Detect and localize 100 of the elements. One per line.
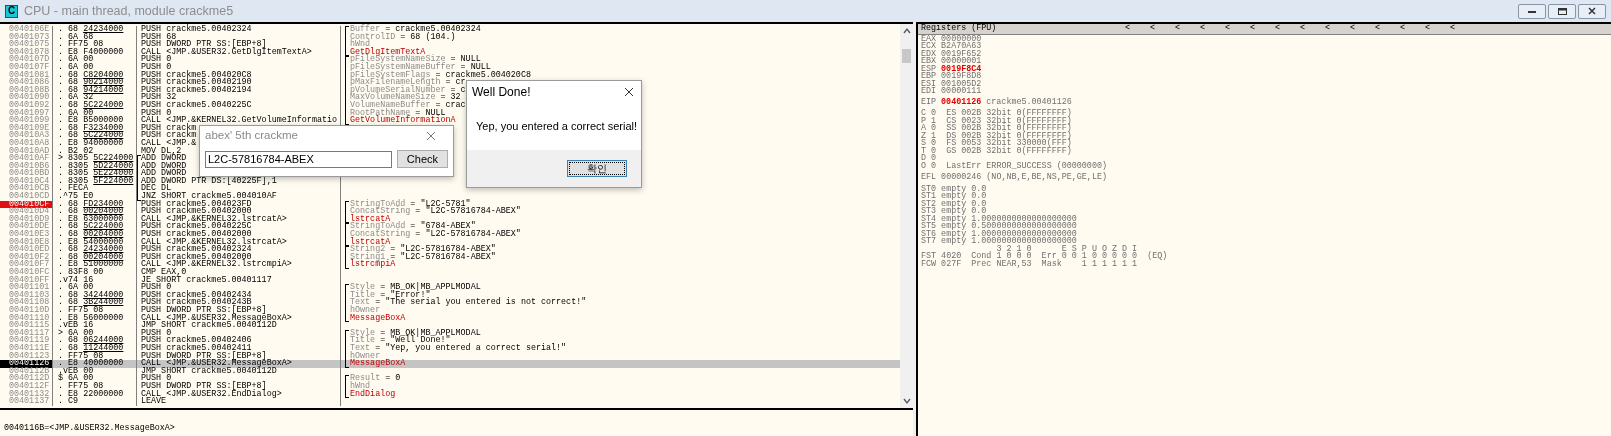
comment-text: hWnd (350, 41, 371, 49)
comment-text: GetDlgItemTextA (350, 48, 426, 57)
hex-cell: . 68 5C224000 (55, 132, 137, 140)
scroll-down-icon (902, 397, 911, 405)
comment-text: EndDialog (350, 390, 396, 399)
hex-cell: . 6A 00 (55, 56, 137, 64)
comment-text: pFileSystemNameSize = NULL (350, 56, 481, 64)
address-cell-text: 00401123 (8, 352, 51, 361)
serial-input[interactable]: L2C-57816784-ABEX (205, 150, 392, 168)
scroll-up-icon (902, 27, 911, 35)
address-cell-text: 004010AF (8, 155, 51, 163)
scroll-thumb[interactable] (902, 49, 911, 63)
instruction-cell: PUSH DWORD PTR SS:[EBP+8] (141, 306, 267, 315)
close-button[interactable] (1578, 3, 1606, 19)
comment-text: MessageBoxA (350, 314, 406, 323)
arrow-button[interactable]: < (1400, 25, 1425, 33)
arrow-button[interactable]: < (1425, 25, 1450, 33)
arrow-button[interactable]: < (1350, 25, 1375, 33)
comment-text: MaxVolumeNameSize = 32 (350, 94, 461, 102)
arrow-button[interactable]: < (1275, 25, 1300, 33)
row-highlight[interactable]: 00401126 . E8 40000000 CALL <JMP.&USER32.MessageBoxA> MessageBoxA (0, 360, 900, 368)
flags-line: EFL 00000246 (NO,NB,E,BE,NS,PE,GE,LE) (921, 174, 1107, 183)
comment-text: MessageBoxA (350, 360, 406, 368)
close-icon[interactable] (624, 87, 634, 97)
comment-text: VolumeNameBuffer = crac (350, 101, 466, 110)
instruction-cell: ADD DWORD (141, 155, 187, 163)
instruction-cell: CALL <JMP.&USER32.MessageBoxA> (141, 360, 292, 368)
instruction-cell: CMP EAX,0 (141, 269, 187, 277)
comment-text: ConcatString = "L2C-57816784-ABEX" (350, 208, 521, 216)
instruction-cell: PUSH 32 (141, 94, 177, 102)
address-cell-text: 00401086 (8, 79, 51, 87)
dialog-title: abex' 5th crackme (205, 128, 299, 144)
restore-icon (1557, 7, 1567, 15)
address-cell-text: 00401119 (8, 337, 51, 345)
address-cell-text: 00401137 (8, 398, 51, 406)
hex-cell: . 68 00204000 (55, 208, 137, 216)
instruction-cell: ADD DWORD (141, 170, 187, 178)
comment-text: GetVolumeInformationA (350, 117, 456, 125)
address-cell-text: 0040111E (8, 344, 51, 353)
hex-cell: > 8305 5C224000 (55, 155, 137, 163)
arrow-button[interactable]: < (1125, 25, 1150, 33)
app-icon: C (5, 4, 18, 18)
hex-cell: . FF75 08 (55, 382, 137, 391)
arrow-button[interactable]: < (1225, 25, 1250, 33)
address-cell-text: 00401115 (8, 322, 51, 330)
arrow-button[interactable]: < (1200, 25, 1225, 33)
ok-button[interactable]: 확인 (567, 160, 627, 177)
address-cell: 00401126 (0, 360, 52, 368)
check-button[interactable]: Check (396, 150, 448, 168)
register-name: ESI (921, 80, 937, 89)
minimize-icon (1528, 9, 1536, 13)
hex-cell: . 68 90214000 (55, 79, 137, 87)
instruction-cell: LEAVE (141, 398, 167, 406)
register-name: ESP (921, 65, 937, 74)
comment-text: hOwner (350, 306, 381, 315)
arrow-button[interactable]: < (1175, 25, 1200, 33)
address-cell-text: 0040106E (8, 26, 51, 34)
arrow-button[interactable]: < (1300, 25, 1325, 33)
comment-text: lstrcmpiA (350, 261, 396, 269)
arrow-button[interactable]: < (1325, 25, 1350, 33)
register-value: 0019F652 (941, 50, 982, 59)
arrow-button[interactable]: < (1150, 25, 1175, 33)
hex-cell: .^75 E0 (55, 193, 137, 201)
instruction-cell: PUSH 0 (141, 63, 172, 72)
hex-cell: . E8 B5000000 (55, 117, 137, 125)
arrow-button[interactable]: < (1375, 25, 1400, 33)
address-cell-text: 00401075 (8, 41, 51, 49)
instruction-cell: PUSH crackme5.0040243B (141, 299, 252, 307)
hex-cell: . 6A 00 (55, 284, 137, 292)
register-name: EIP (921, 98, 937, 107)
instruction-cell: PUSH DWORD PTR SS:[EBP+8] (141, 382, 267, 391)
hex-cell: . E8 40000000 (55, 360, 137, 368)
scrollbar[interactable] (900, 24, 913, 408)
dialog-title: Well Done! (472, 84, 532, 101)
address-cell-text: 00401108 (8, 299, 51, 307)
address-cell-text: 00401090 (8, 94, 51, 102)
hex-cell: $ 6A 00 (55, 375, 137, 383)
instruction-cell: PUSH 0 (141, 56, 172, 64)
arrow-button[interactable]: < (1450, 25, 1475, 33)
address-cell-text: 00401092 (8, 101, 51, 110)
instruction-cell: CALL <JMP.&KERNEL32.GetVolumeInformatio (141, 117, 337, 125)
hex-cell: . 6A 00 (55, 63, 137, 72)
arrow-button[interactable]: < (1250, 25, 1275, 33)
address-cell-text: 004010E3 (8, 231, 51, 239)
minimize-button[interactable] (1518, 3, 1546, 19)
restore-button[interactable] (1548, 3, 1576, 19)
register-value: 0019F8C4 (941, 65, 982, 74)
close-icon (1588, 7, 1596, 15)
address-cell-text: 004010A3 (8, 132, 51, 140)
instruction-cell: PUSH crackme5.00402411 (141, 344, 252, 353)
hex-cell: . FF75 08 (55, 41, 137, 49)
hex-cell: . 68 00204000 (55, 231, 137, 239)
instruction-cell: PUSH crackme5.00402000 (141, 231, 252, 239)
message-text: Yep, you entered a correct serial! (476, 119, 638, 135)
register-comment: crackme5.00401126 (986, 98, 1072, 107)
instruction-cell: PUSH crackme5.00402324 (141, 26, 252, 34)
address-cell-text: 004010F7 (8, 261, 51, 269)
address-cell-text: 004010A8 (8, 139, 51, 148)
address-cell-text: 004010FC (8, 269, 51, 277)
comment-text: hWnd (350, 382, 371, 391)
